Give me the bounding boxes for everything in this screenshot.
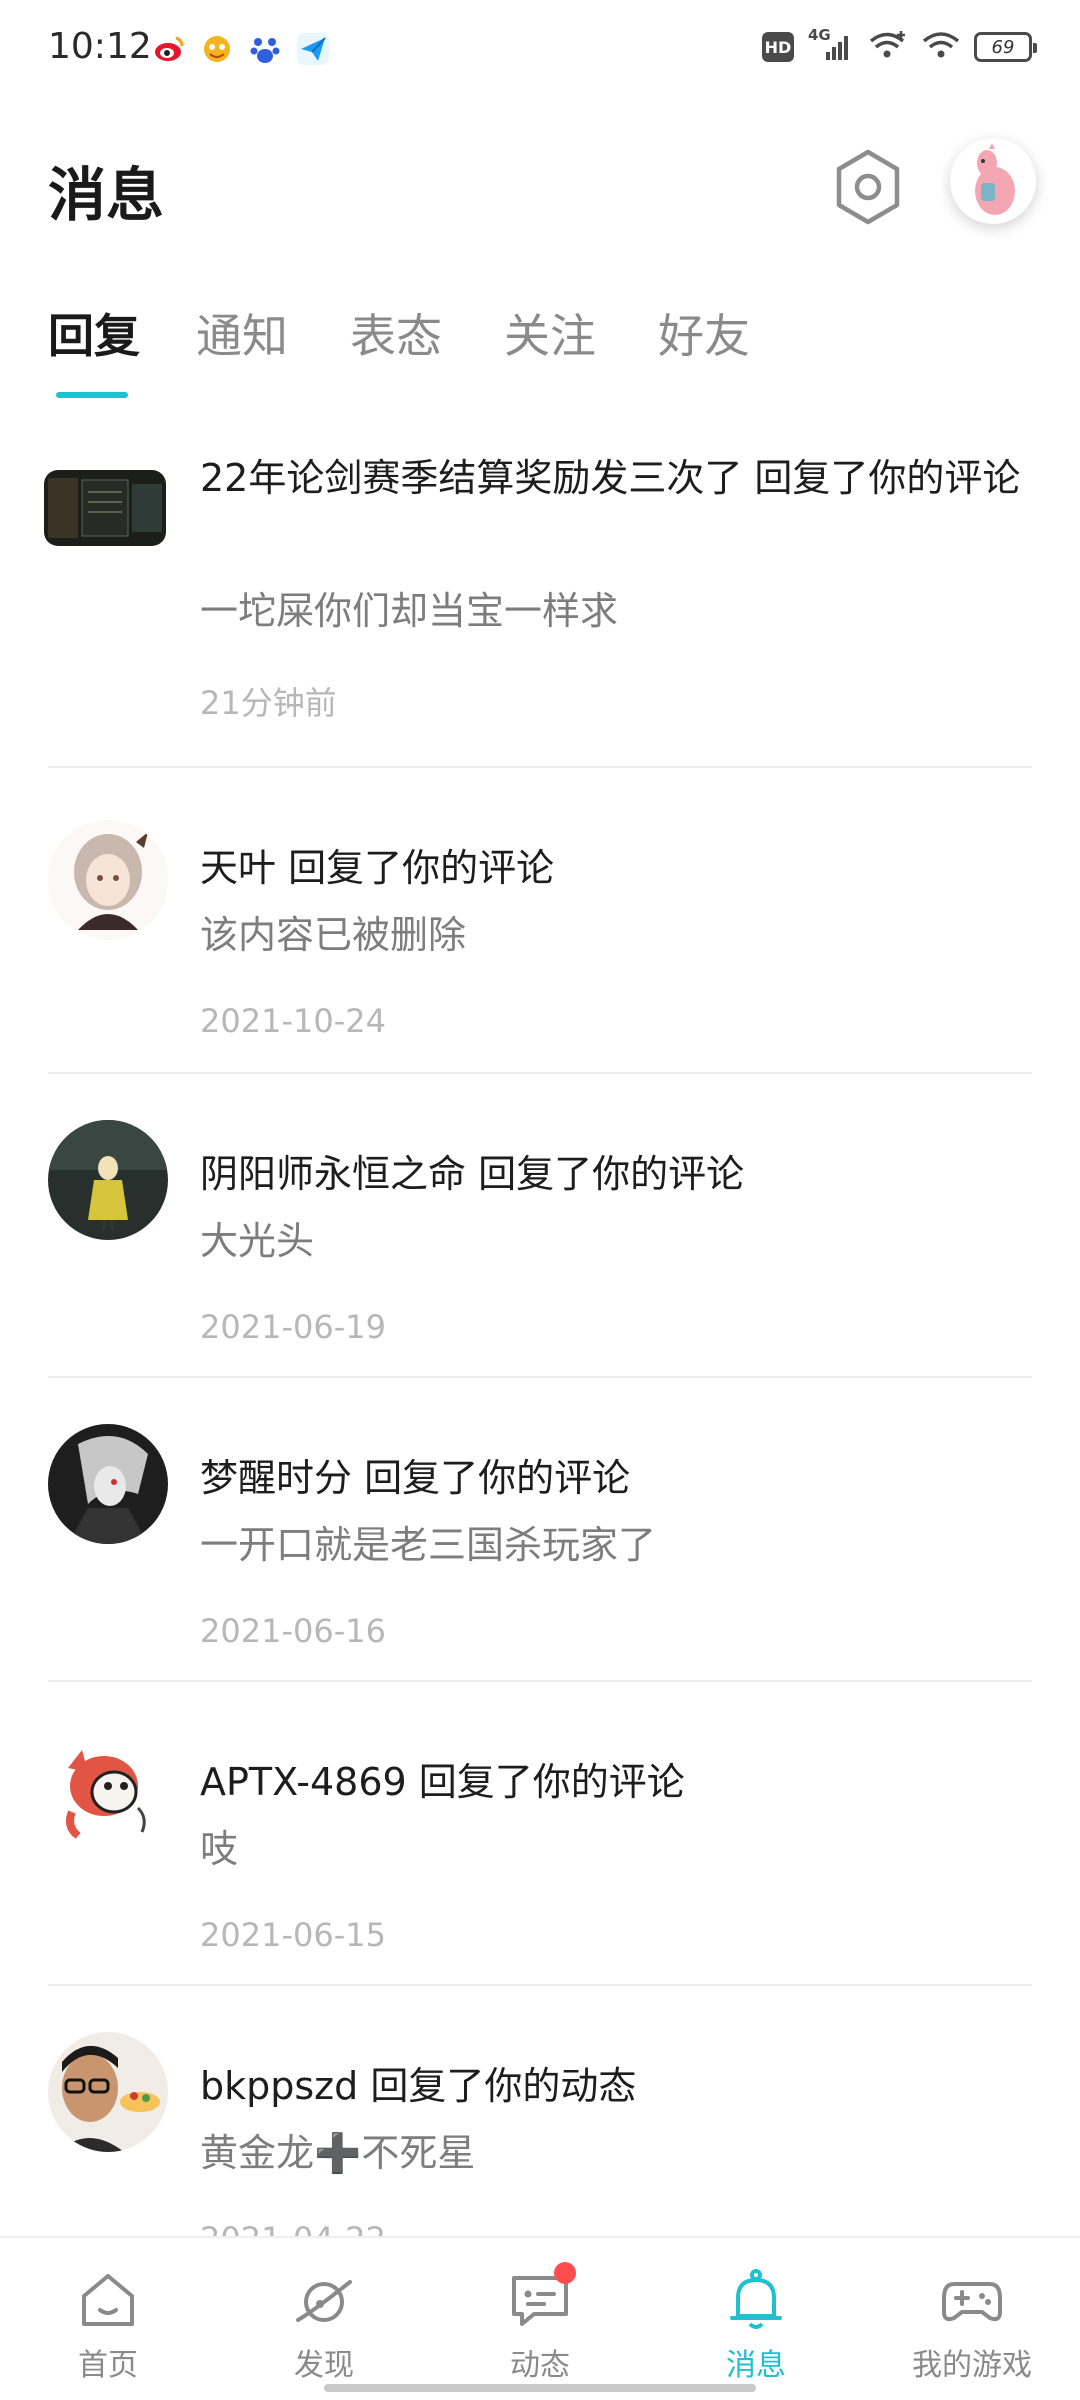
send-app-icon [296, 32, 330, 66]
message-title: 天叶 回复了你的评论 [200, 846, 555, 890]
nav-discover[interactable]: 发现 [216, 2238, 432, 2400]
game-app-icon [200, 32, 234, 66]
wifi-icon [922, 30, 960, 64]
wifi-plus-icon [868, 30, 908, 64]
message-body: 黄金龙➕不死星 [200, 2131, 476, 2175]
planet-icon [292, 2268, 356, 2332]
message-time: 2021-06-16 [200, 1612, 386, 1650]
list-item[interactable]: 梦醒时分 回复了你的评论 一开口就是老三国杀玩家了 2021-06-16 [0, 1378, 1080, 1682]
active-tab-indicator [56, 392, 128, 398]
nav-label: 发现 [294, 2348, 354, 2383]
message-time: 2021-10-24 [200, 1002, 386, 1040]
user-avatar-button[interactable] [950, 138, 1036, 224]
list-item[interactable]: APTX-4869 回复了你的评论 吱 2021-06-15 [0, 1682, 1080, 1986]
nav-messages[interactable]: 消息 [648, 2238, 864, 2400]
list-item[interactable]: 22年论剑赛季结算奖励发三次了 回复了你的评论 一坨屎你们却当宝一样求 21分钟… [0, 420, 1080, 722]
unread-badge [554, 2262, 576, 2284]
tab-follow[interactable]: 关注 [504, 300, 596, 366]
nav-home[interactable]: 首页 [0, 2238, 216, 2400]
message-title: 22年论剑赛季结算奖励发三次了 回复了你的评论 [200, 456, 1021, 500]
list-item[interactable]: 天叶 回复了你的评论 该内容已被删除 2021-10-24 [0, 768, 1080, 1072]
tab-reaction[interactable]: 表态 [350, 300, 442, 366]
bell-icon [724, 2268, 788, 2332]
user-avatar [953, 141, 1033, 221]
home-indicator[interactable] [324, 2384, 756, 2392]
message-body: 该内容已被删除 [200, 913, 467, 957]
message-body: 大光头 [200, 1219, 315, 1263]
thumbnail-image [44, 470, 166, 546]
nav-label: 我的游戏 [912, 2348, 1032, 2383]
message-tabs: 回复 通知 表态 关注 好友 [0, 300, 1080, 410]
hexagon-settings-icon [836, 149, 900, 225]
battery-level: 69 [991, 36, 1015, 58]
tab-reply[interactable]: 回复 [48, 300, 140, 366]
tab-notice[interactable]: 通知 [196, 300, 288, 366]
avatar [48, 1728, 168, 1848]
nav-label: 动态 [510, 2348, 570, 2383]
weibo-app-icon [152, 32, 186, 66]
avatar [48, 1120, 168, 1240]
nav-label: 消息 [726, 2348, 786, 2383]
status-time: 10:12 [48, 26, 152, 67]
baidu-app-icon [248, 32, 282, 66]
settings-button[interactable] [828, 142, 908, 232]
notification-app-icons [152, 32, 330, 66]
page-header: 消息 [0, 130, 1080, 240]
message-time: 2021-06-15 [200, 1916, 386, 1954]
message-body: 一坨屎你们却当宝一样求 [200, 589, 619, 633]
status-indicators: HD 4G 69 [762, 26, 1037, 64]
avatar [48, 1424, 168, 1544]
nav-feed[interactable]: 动态 [432, 2238, 648, 2400]
signal-icon: 4G [808, 26, 854, 62]
page-title: 消息 [48, 161, 165, 229]
hd-icon: HD [762, 32, 794, 62]
avatar [48, 820, 168, 940]
avatar [48, 2032, 168, 2152]
gamepad-icon [940, 2268, 1004, 2332]
nav-label: 首页 [78, 2348, 138, 2383]
message-title: 阴阳师永恒之命 回复了你的评论 [200, 1152, 745, 1196]
message-time: 21分钟前 [200, 684, 337, 722]
bottom-navigation: 首页 发现 动态 消息 我的游戏 [0, 2236, 1080, 2400]
message-title: APTX-4869 回复了你的评论 [200, 1760, 685, 1804]
list-item[interactable]: 阴阳师永恒之命 回复了你的评论 大光头 2021-06-19 [0, 1074, 1080, 1378]
message-title: 梦醒时分 回复了你的评论 [200, 1456, 631, 1500]
message-body: 吱 [200, 1827, 239, 1871]
home-icon [76, 2268, 140, 2332]
battery-icon: 69 [974, 32, 1037, 62]
message-body: 一开口就是老三国杀玩家了 [200, 1523, 657, 1567]
nav-my-games[interactable]: 我的游戏 [864, 2238, 1080, 2400]
tab-friends[interactable]: 好友 [658, 300, 750, 366]
message-time: 2021-06-19 [200, 1308, 386, 1346]
list-item[interactable]: bkppszd 回复了你的动态 黄金龙➕不死星 2021-04-22 [0, 1986, 1080, 2258]
chat-icon [508, 2262, 576, 2332]
status-bar: 10:12 HD 4G 69 [0, 0, 1080, 100]
message-title: bkppszd 回复了你的动态 [200, 2064, 637, 2108]
